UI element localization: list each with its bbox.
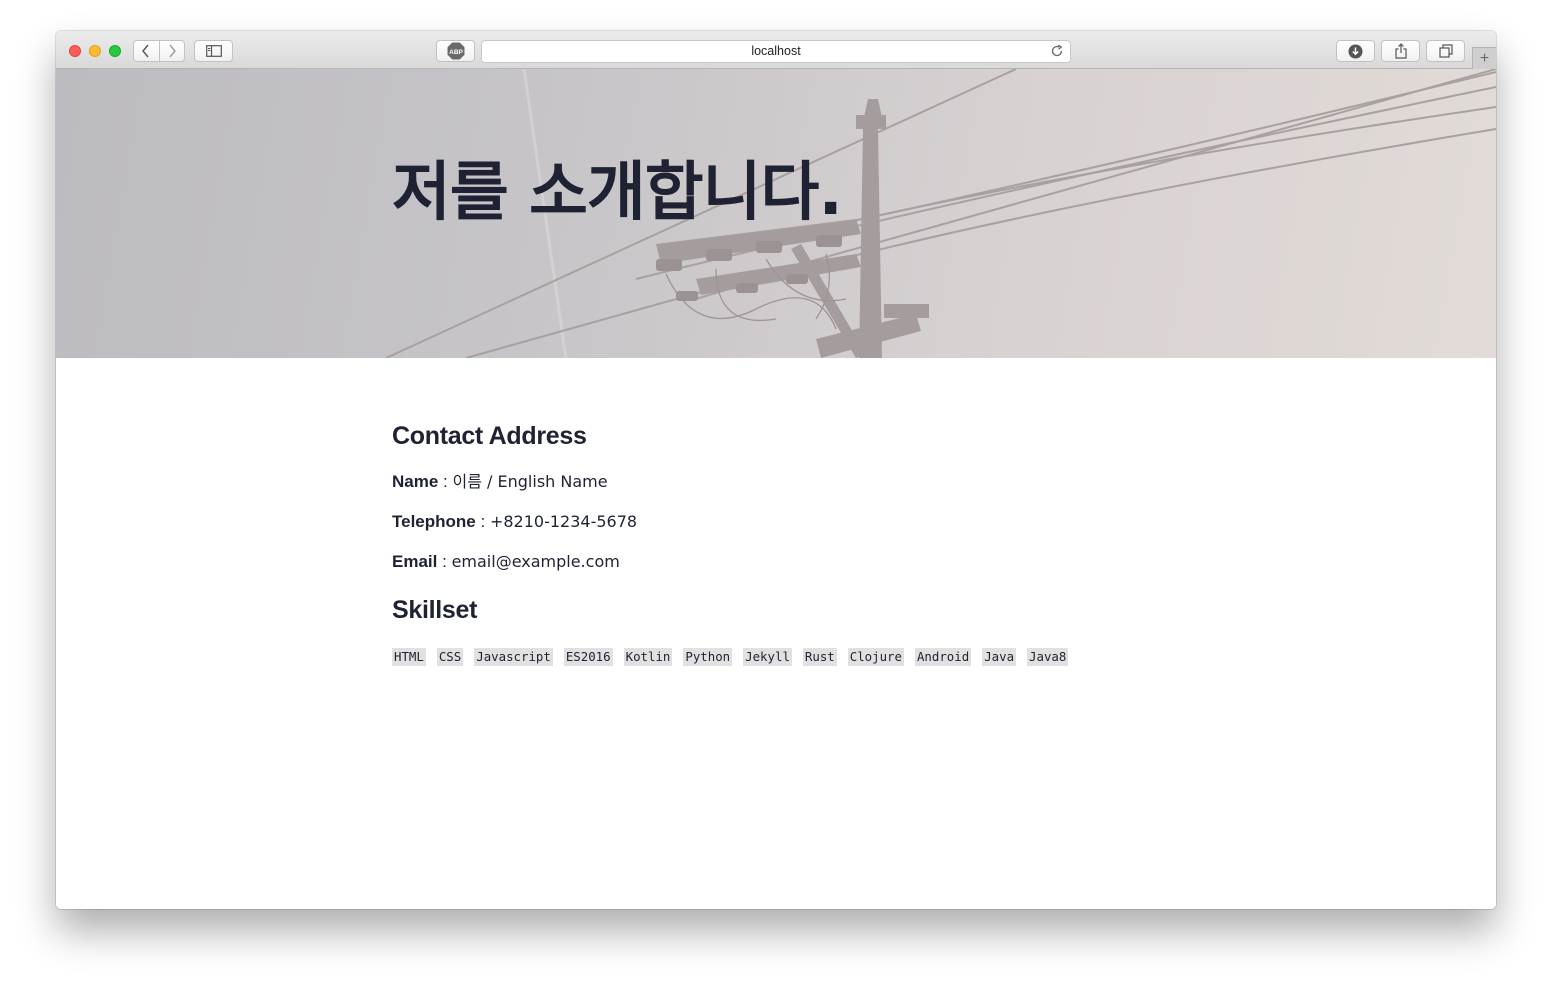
skillset-heading: Skillset — [392, 596, 478, 624]
page-title: 저를 소개합니다. — [392, 156, 843, 230]
back-icon — [142, 44, 149, 58]
hero-banner: 저를 소개합니다. — [56, 69, 1496, 358]
skill-chip: HTML — [392, 648, 426, 666]
skill-chip: ES2016 — [563, 648, 613, 666]
email-label: Email — [392, 552, 438, 571]
skill-chip: Clojure — [847, 648, 904, 666]
email-separator: : — [442, 552, 447, 571]
adblock-icon: ABP — [447, 42, 464, 60]
forward-icon — [169, 44, 176, 58]
new-tab-icon: + — [1479, 49, 1490, 67]
page-content: 저를 소개합니다. Contact Address Name : 이름 / En… — [56, 69, 1496, 909]
address-text: localhost — [751, 44, 801, 58]
downloads-button[interactable] — [1336, 40, 1375, 62]
telephone-label: Telephone — [392, 512, 476, 531]
telephone-separator: : — [480, 512, 486, 531]
skill-chip: Rust — [802, 648, 837, 666]
email-value: email@example.com — [451, 552, 620, 571]
tabs-icon — [1438, 44, 1453, 58]
skill-chip: Jekyll — [743, 648, 792, 666]
telephone-value: +8210-1234-5678 — [489, 512, 638, 531]
name-value: 이름 / English Name — [452, 472, 608, 491]
close-window-button[interactable] — [69, 45, 81, 57]
adblock-label: ABP — [449, 49, 463, 56]
telephone-row: Telephone : +8210-1234-5678 — [392, 512, 1192, 532]
email-row: Email : email@example.com — [392, 552, 1192, 572]
name-separator: : — [443, 472, 448, 491]
sidebar-icon — [205, 45, 222, 57]
forward-button[interactable] — [158, 41, 185, 61]
address-bar[interactable]: localhost — [481, 40, 1071, 63]
browser-toolbar: ABP localhost + — [56, 31, 1496, 69]
minimize-window-button[interactable] — [89, 45, 101, 57]
browser-window: ABP localhost + 저를 소개합니다. Contact Addres… — [56, 31, 1496, 909]
skill-chip: Python — [683, 648, 733, 666]
nav-button-group — [133, 40, 185, 62]
skill-chip: Javascript — [474, 648, 553, 666]
reload-icon[interactable] — [1050, 44, 1064, 58]
new-tab-button[interactable]: + — [1472, 47, 1496, 69]
skill-chip: Kotlin — [623, 648, 673, 666]
main-content: Contact Address Name : 이름 / English Name… — [392, 389, 1192, 666]
skill-list: HTML CSS Javascript ES2016 Kotlin Python… — [392, 648, 1192, 666]
download-icon — [1348, 44, 1363, 58]
adblock-button[interactable]: ABP — [436, 40, 475, 62]
sidebar-button[interactable] — [194, 40, 233, 62]
skill-chip: Java — [982, 648, 1017, 666]
share-icon — [1394, 43, 1407, 59]
maximize-window-button[interactable] — [109, 45, 121, 57]
show-tabs-button[interactable] — [1426, 40, 1465, 62]
contact-heading: Contact Address — [392, 422, 587, 450]
back-button[interactable] — [134, 41, 159, 61]
skill-chip: Java8 — [1027, 648, 1069, 666]
skill-chip: Android — [914, 648, 972, 666]
name-label: Name — [392, 472, 439, 491]
skill-chip: CSS — [436, 648, 464, 666]
name-row: Name : 이름 / English Name — [392, 472, 1192, 492]
share-button[interactable] — [1381, 40, 1420, 62]
